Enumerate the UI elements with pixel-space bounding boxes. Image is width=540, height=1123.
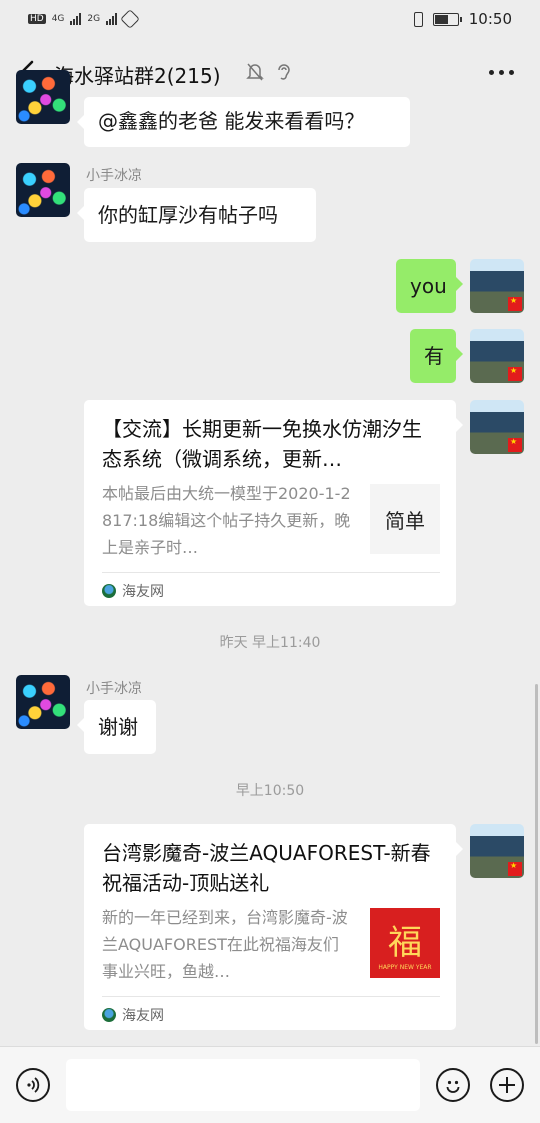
signal-icon (70, 13, 82, 25)
status-left: HD 4G 2G (28, 9, 141, 29)
link-card[interactable]: 台湾影魔奇-波兰AQUAFOREST-新春祝福活动-顶贴送礼 新的一年已经到来，… (84, 824, 463, 1030)
my-avatar[interactable] (470, 400, 524, 454)
card-description: 新的一年已经到来，台湾影魔奇-波兰AQUAFOREST在此祝福海友们事业兴旺，鱼… (102, 908, 348, 981)
source-logo-icon (102, 584, 116, 598)
flag-icon (508, 296, 522, 311)
message-bubble[interactable]: 你的缸厚沙有帖子吗 (77, 188, 316, 242)
network-4g-label: 4G (51, 14, 65, 24)
mute-bell-icon (246, 63, 264, 81)
message-text: 谢谢 (98, 715, 138, 739)
sender-name: 小手冰凉 (86, 681, 142, 697)
message-bubble[interactable]: @鑫鑫的老爸 能发来看看吗？ (77, 97, 410, 147)
status-bar: HD 4G 2G 10:50 (0, 0, 540, 40)
voice-icon[interactable] (16, 1068, 50, 1102)
status-right: 10:50 (413, 10, 512, 28)
avatar[interactable] (16, 675, 70, 729)
avatar[interactable] (16, 163, 70, 217)
my-avatar[interactable] (470, 329, 524, 383)
scrollbar[interactable] (535, 684, 538, 1044)
my-avatar[interactable] (470, 259, 524, 313)
card-source-label: 海友网 (122, 584, 164, 600)
battery-icon (432, 12, 462, 26)
status-time: 10:50 (468, 10, 512, 28)
card-divider (102, 572, 440, 573)
input-bar (0, 1046, 540, 1123)
more-icon[interactable] (489, 70, 514, 75)
message-text: @鑫鑫的老爸 能发来看看吗？ (98, 109, 365, 133)
message-text: 有 (424, 344, 444, 368)
time-divider: 早上10:50 (235, 783, 305, 799)
chat-title: 海水驿站群2(215) (54, 64, 221, 88)
hd-badge: HD (28, 14, 46, 24)
link-card[interactable]: 【交流】长期更新一免换水仿潮汐生态系统（微调系统，更新… 本帖最后由大统一模型于… (84, 400, 463, 606)
message-bubble-outgoing[interactable]: 有 (410, 329, 463, 383)
source-logo-icon (102, 1008, 116, 1022)
ear-icon (278, 64, 290, 80)
card-title: 台湾影魔奇-波兰AQUAFOREST-新春祝福活动-顶贴送礼 (102, 841, 431, 895)
card-divider (102, 996, 440, 997)
message-bubble-outgoing[interactable]: you (396, 259, 463, 313)
avatar[interactable] (16, 70, 70, 124)
header-status-icons (246, 62, 292, 82)
app-status-icon (120, 9, 141, 29)
card-source-label: 海友网 (122, 1008, 164, 1024)
message-bubble[interactable]: 谢谢 (77, 700, 156, 754)
card-source: 海友网 (102, 1005, 164, 1025)
fu-character: 福 (388, 923, 422, 963)
vibrate-icon (413, 11, 423, 27)
plus-icon[interactable] (490, 1068, 524, 1102)
flag-icon (508, 366, 522, 381)
chat-header: 海水驿站群2(215) (0, 40, 540, 104)
flag-icon (508, 861, 522, 876)
sender-name: 小手冰凉 (86, 168, 142, 184)
card-title: 【交流】长期更新一免换水仿潮汐生态系统（微调系统，更新… (102, 417, 422, 471)
signal-icon-2 (106, 13, 118, 25)
message-text: you (410, 274, 447, 298)
card-thumbnail: 福 HAPPY NEW YEAR (370, 908, 440, 978)
message-text: 你的缸厚沙有帖子吗 (98, 203, 278, 227)
card-thumbnail: 简单 (370, 484, 440, 554)
flag-icon (508, 437, 522, 452)
time-divider: 昨天 早上11:40 (219, 635, 321, 651)
message-input[interactable] (66, 1059, 420, 1111)
card-source: 海友网 (102, 581, 164, 601)
thumb-caption: HAPPY NEW YEAR (378, 964, 432, 971)
network-2g-label: 2G (87, 14, 101, 24)
card-description: 本帖最后由大统一模型于2020-1-2817:18编辑这个帖子持久更新，晚上是亲… (102, 484, 351, 557)
my-avatar[interactable] (470, 824, 524, 878)
emoji-icon[interactable] (436, 1068, 470, 1102)
